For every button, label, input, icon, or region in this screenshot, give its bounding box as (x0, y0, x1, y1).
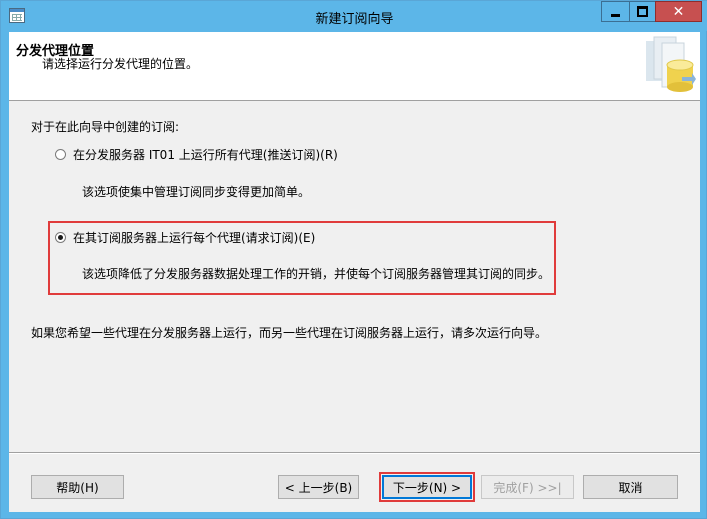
intro-label: 对于在此向导中创建的订阅: (31, 120, 180, 134)
cancel-button[interactable]: 取消 (583, 475, 678, 499)
push-subscription-radio[interactable] (55, 149, 66, 160)
back-button[interactable]: < 上一步(B) (278, 475, 359, 499)
next-button[interactable]: 下一步(N) > (379, 472, 475, 502)
pull-subscription-label[interactable]: 在其订阅服务器上运行每个代理(请求订阅)(E) (73, 229, 315, 246)
maximize-icon (637, 6, 648, 17)
title-bar[interactable]: 新建订阅向导 ✕ (1, 1, 707, 31)
page-subtitle: 请选择运行分发代理的位置。 (42, 57, 199, 71)
close-icon: ✕ (672, 3, 685, 20)
wizard-window: 新建订阅向导 ✕ 分发代理位置 请选择运行分发代理的位置。 对于在此向导中创建的… (0, 0, 707, 519)
help-button[interactable]: 帮助(H) (31, 475, 124, 499)
minimize-button[interactable] (601, 1, 630, 22)
minimize-icon (611, 14, 620, 17)
finish-button[interactable]: 完成(F) >>| (481, 475, 574, 499)
push-subscription-description: 该选项使集中管理订阅同步变得更加简单。 (82, 185, 311, 199)
wizard-header: 分发代理位置 请选择运行分发代理的位置。 (9, 32, 700, 101)
pull-subscription-radio[interactable] (55, 232, 66, 243)
push-subscription-label[interactable]: 在分发服务器 IT01 上运行所有代理(推送订阅)(R) (73, 146, 338, 163)
wizard-banner-icon (646, 36, 696, 92)
note-text: 如果您希望一些代理在分发服务器上运行，而另一些代理在订阅服务器上运行，请多次运行… (31, 326, 548, 340)
close-button[interactable]: ✕ (655, 1, 702, 22)
wizard-client-area: 分发代理位置 请选择运行分发代理的位置。 对于在此向导中创建的订阅: 在分发服务… (9, 32, 700, 512)
pull-subscription-description: 该选项降低了分发服务器数据处理工作的开销，并使每个订阅服务器管理其订阅的同步。 (82, 267, 551, 281)
footer-divider (9, 452, 700, 454)
maximize-button[interactable] (629, 1, 656, 22)
